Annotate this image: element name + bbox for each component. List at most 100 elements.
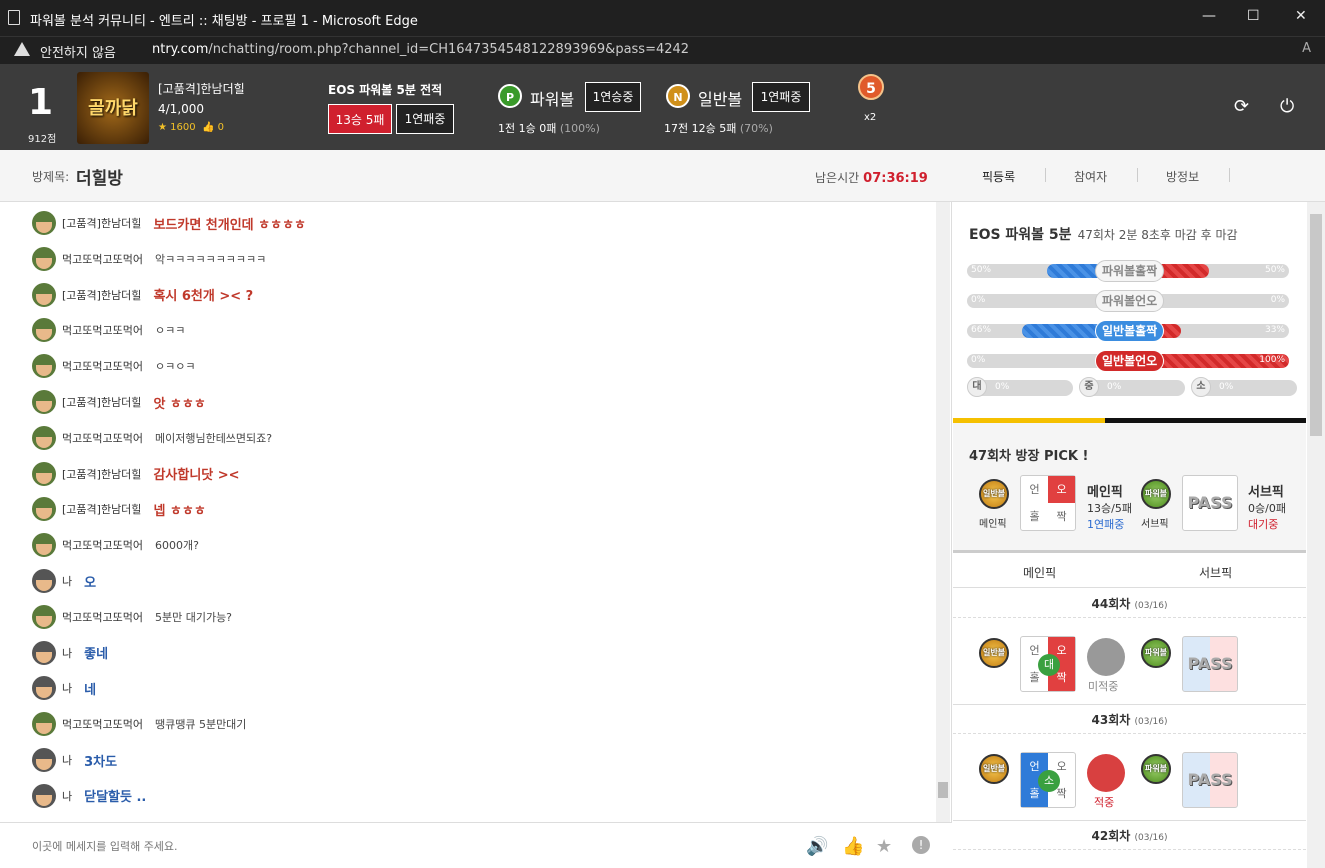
host-pick: 47회차 방장 PICK ! 일반볼 메인픽 언 오 홀 짝 메인픽 13승/5패… — [953, 423, 1306, 553]
user-avatar-icon[interactable] — [32, 497, 56, 522]
user-avatar-icon[interactable] — [32, 282, 56, 307]
chat-username[interactable]: 먹고또먹고또먹어 — [62, 358, 143, 374]
game-title: EOS 파워볼 5분 47회차 2분 8초후 마감 후 마감 — [969, 227, 1238, 243]
user-avatar-icon[interactable] — [32, 640, 56, 665]
normalball-streak: 1연패중 — [752, 82, 810, 112]
chat-text: 5분만 대기가능? — [154, 610, 233, 624]
user-avatar-icon[interactable] — [32, 211, 56, 235]
chat-username[interactable]: [고품격]한남더힐 — [62, 466, 141, 482]
main-pick-info: 메인픽 13승/5패 1연패중 — [1087, 485, 1132, 531]
chat-text: 메이저행님한테쓰면되죠? — [154, 431, 273, 445]
tab-participants[interactable]: 참여자 — [1074, 168, 1107, 185]
size-big: 대 0% — [967, 377, 1073, 397]
maximize-button[interactable]: ☐ — [1247, 8, 1260, 24]
user-avatar-icon[interactable] — [32, 425, 56, 450]
ratio-bar: 0% 100% 일반볼언오 — [967, 350, 1289, 372]
like-icon[interactable]: 👍 — [842, 836, 864, 857]
user-avatar-icon[interactable] — [32, 783, 56, 808]
power-icon[interactable]: ⏻ — [1280, 96, 1294, 117]
chat-username[interactable]: 나 — [62, 645, 72, 661]
chat-text: 악ㅋㅋㅋㅋㅋㅋㅋㅋㅋㅋ — [154, 252, 267, 266]
panel-scrollbar[interactable] — [1307, 202, 1325, 868]
chat-message: 먹고또먹고또먹어 5분만 대기가능? — [32, 604, 232, 630]
tab-room-info[interactable]: 방정보 — [1166, 168, 1199, 185]
result-status: 미적중 — [1088, 680, 1119, 693]
user-avatar-icon[interactable] — [32, 318, 56, 343]
chat-message: 먹고또먹고또먹어 메이저행님한테쓰면되죠? — [32, 425, 272, 451]
close-button[interactable]: ✕ — [1295, 8, 1307, 24]
medal-multiplier: x2 — [864, 112, 877, 123]
user-stars: ★ 1600 👍 0 — [158, 122, 224, 133]
refresh-icon[interactable]: ⟳ — [1234, 96, 1249, 117]
security-warning[interactable]: 안전하지 않음 — [40, 42, 116, 61]
history-pass: PASS — [1182, 752, 1238, 808]
user-avatar-icon[interactable] — [32, 461, 56, 486]
user-avatar-icon[interactable] — [32, 390, 56, 414]
user-avatar-icon[interactable] — [32, 569, 56, 593]
scrollbar-thumb[interactable] — [938, 782, 948, 798]
round-divider — [953, 820, 1306, 821]
read-aloud-icon[interactable]: A — [1302, 41, 1311, 56]
star-icon[interactable]: ★ — [876, 836, 892, 857]
user-avatar-icon[interactable] — [32, 246, 56, 271]
chat-message: 먹고또먹고또먹어 ㅇㅋㅋ — [32, 317, 185, 343]
tab-pick-register[interactable]: 픽등록 — [982, 168, 1015, 185]
chat-username[interactable]: 나 — [62, 788, 72, 804]
round-header: 44회차 (03/16) — [953, 590, 1306, 618]
chat-username[interactable]: [고품격]한남더힐 — [62, 501, 141, 517]
pick-title: 47회차 방장 PICK ! — [969, 449, 1089, 464]
history-grid: 언 오 홀 짝 대 — [1020, 636, 1076, 692]
size-small: 소 0% — [1191, 377, 1297, 397]
medal-icon: 5 — [858, 74, 884, 100]
chat-username[interactable]: [고품격]한남더힐 — [62, 394, 141, 410]
sound-icon[interactable]: 🔊 — [806, 836, 828, 857]
user-avatar-icon[interactable] — [32, 604, 56, 629]
ratio-caption: 일반볼언오 — [1095, 350, 1165, 372]
minimize-button[interactable]: — — [1202, 8, 1216, 24]
url-text[interactable]: ntry.com/nchatting/room.php?channel_id=C… — [152, 42, 689, 57]
chat-username[interactable]: 나 — [62, 752, 72, 768]
user-avatar-icon[interactable] — [32, 676, 56, 701]
chat-message: 먹고또먹고또먹어 땡큐땡큐 5분만대기 — [32, 711, 246, 737]
chat-text: 3차도 — [84, 754, 118, 770]
chat-username[interactable]: 먹고또먹고또먹어 — [62, 430, 143, 446]
history-pass: PASS — [1182, 636, 1238, 692]
pick-history: 메인픽 서브픽 44회차 (03/16) 일반볼 언 오 홀 짝 대 미적중 파… — [953, 554, 1306, 868]
chat-input[interactable] — [32, 840, 632, 853]
chat-text: ㅇㅋㅇㅋ — [154, 360, 196, 374]
room-bar: 방제목: 더힐방 남은시간 07:36:19 픽등록 참여자 방정보 — [0, 150, 1325, 202]
miss-icon — [1087, 638, 1125, 676]
chat-username[interactable]: 먹고또먹고또먹어 — [62, 537, 143, 553]
main-pick-grid: 언 오 홀 짝 — [1020, 475, 1076, 531]
scrollbar-thumb[interactable] — [1310, 214, 1322, 436]
powerball-icon: 파워볼 — [1141, 638, 1171, 668]
main-pick-label: 메인픽 — [979, 519, 1007, 530]
avatar[interactable]: 골까닭 — [77, 72, 149, 144]
powerball-label: 파워볼 — [530, 90, 575, 109]
user-avatar-icon[interactable] — [32, 354, 56, 379]
chat-messages[interactable]: [고품격]한남더힐 보드카면 천개인데 ㅎㅎㅎㅎ 먹고또먹고또먹어 악ㅋㅋㅋㅋㅋㅋㅋㅋ… — [0, 202, 952, 822]
chat-username[interactable]: 먹고또먹고또먹어 — [62, 251, 143, 267]
chat-username[interactable]: 먹고또먹고또먹어 — [62, 322, 143, 338]
user-avatar-icon[interactable] — [32, 712, 56, 737]
chat-message: 나 닫달할듯 .. — [32, 783, 146, 809]
chat-username[interactable]: 먹고또먹고또먹어 — [62, 609, 143, 625]
chat-username[interactable]: 나 — [62, 573, 72, 589]
chat-username[interactable]: [고품격]한남더힐 — [62, 215, 141, 231]
user-avatar-icon[interactable] — [32, 748, 56, 772]
user-name: [고품격]한남더힐 — [158, 82, 245, 96]
address-bar[interactable]: 안전하지 않음 ntry.com/nchatting/room.php?chan… — [0, 36, 1325, 64]
chat-text: 앗 ㅎㅎㅎ — [153, 396, 206, 412]
chat-scrollbar[interactable] — [936, 202, 950, 822]
chat-username[interactable]: [고품격]한남더힐 — [62, 287, 141, 303]
profile-header: 1 912점 골까닭 [고품격]한남더힐 4/1,000 ★ 1600 👍 0 … — [0, 64, 1325, 150]
chat-username[interactable]: 나 — [62, 680, 72, 696]
warning-icon[interactable] — [14, 42, 30, 56]
chat-message: 먹고또먹고또먹어 6000개? — [32, 532, 199, 558]
user-avatar-icon[interactable] — [32, 533, 56, 558]
tab-divider — [1137, 168, 1138, 182]
chat-text: 네 — [84, 682, 97, 698]
chat-username[interactable]: 먹고또먹고또먹어 — [62, 716, 143, 732]
history-grid: 언 오 홀 짝 소 — [1020, 752, 1076, 808]
report-icon[interactable]: ! — [912, 836, 930, 854]
